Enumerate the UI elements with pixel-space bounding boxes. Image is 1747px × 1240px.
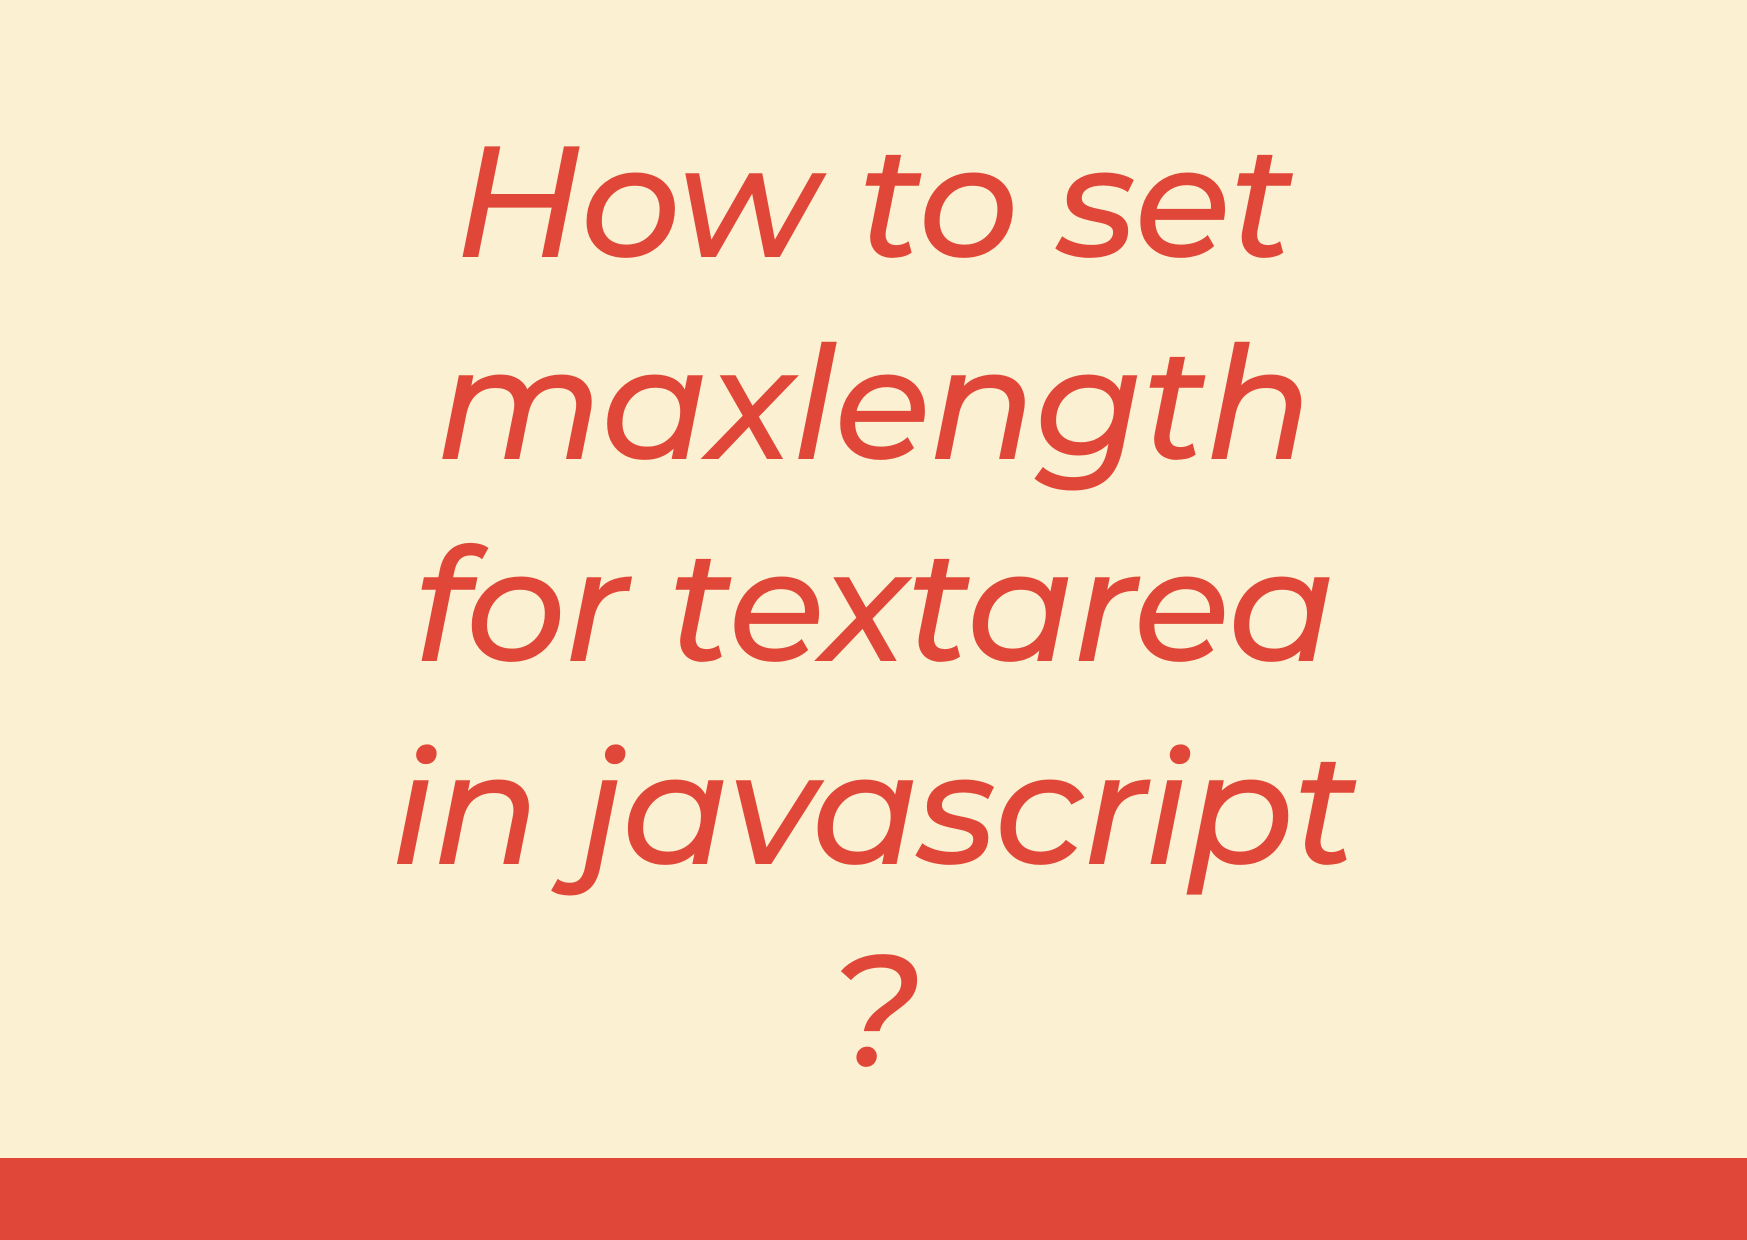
bottom-accent-bar bbox=[0, 1158, 1747, 1240]
title-line-4: in javascript bbox=[391, 711, 1356, 904]
page-title: How to set maxlength for textarea in jav… bbox=[0, 100, 1747, 1111]
title-line-1: How to set bbox=[454, 104, 1293, 297]
title-line-2: maxlength bbox=[436, 306, 1311, 499]
title-line-3: for textarea bbox=[413, 508, 1333, 701]
title-line-5: ? bbox=[829, 913, 918, 1106]
